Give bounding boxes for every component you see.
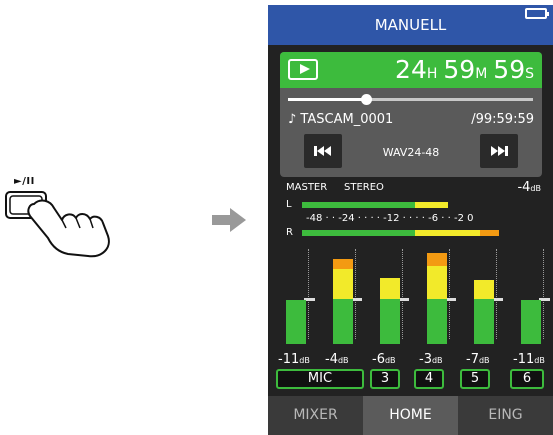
channel-level-value: -11 — [513, 352, 535, 367]
channel-level: -7dB — [466, 352, 490, 367]
meter-segment-green — [302, 202, 415, 208]
battery-icon — [525, 8, 549, 19]
right-channel-label: R — [286, 227, 293, 238]
channel-mixer: -11dB -4dB -6dB -3dB -7dB -11dB MIC 3 4 5 6 — [268, 249, 553, 391]
left-level-meter — [302, 202, 542, 208]
progress-knob[interactable] — [361, 94, 373, 105]
file-name: ♪ TASCAM_0001 — [288, 112, 394, 127]
channel-level: -3dB — [419, 352, 443, 367]
meter-segment-yellow — [414, 230, 480, 236]
meter-segment-orange — [333, 258, 353, 269]
elapsed-time: 24H 59M 59S — [395, 55, 534, 84]
meter-segment-yellow — [427, 266, 447, 300]
right-arrow-icon — [212, 208, 246, 232]
channel-level: -11dB — [513, 352, 545, 367]
channel-button-6[interactable]: 6 — [510, 369, 544, 389]
meter-segment-yellow — [333, 268, 353, 300]
meter-segment-green — [474, 299, 494, 344]
channel-level-meter — [286, 249, 306, 344]
stereo-label: STEREO — [344, 182, 384, 193]
skip-forward-icon — [491, 146, 508, 156]
time-hours: 24 — [395, 55, 427, 84]
tab-eing[interactable]: EING — [458, 396, 553, 435]
meter-segment-yellow — [474, 280, 494, 300]
meter-segment-green — [427, 299, 447, 344]
meter-segment-green — [286, 300, 306, 344]
master-level-value: -4 — [517, 180, 531, 195]
time-counter-bar: 24H 59M 59S — [280, 52, 542, 88]
channel-level-unit: dB — [384, 356, 396, 365]
meter-segment-orange — [427, 252, 447, 267]
meter-segment-green — [302, 230, 415, 236]
recorder-screen: MANUELL 24H 59M 59S ♪ TASCAM_0001 /99:59:5… — [268, 5, 553, 435]
time-minutes: 59 — [443, 55, 476, 84]
progress-fill — [288, 98, 367, 101]
left-channel-label: L — [286, 199, 292, 210]
tab-mixer[interactable]: MIXER — [268, 396, 363, 435]
channel-level-meter — [380, 249, 400, 344]
channel-button-3[interactable]: 3 — [370, 369, 400, 389]
channel-level-unit: dB — [431, 356, 443, 365]
channel-level-value: -11 — [278, 352, 300, 367]
meter-segment-green — [380, 299, 400, 344]
meter-segment-yellow — [414, 202, 449, 208]
channel-level-meter — [474, 249, 494, 344]
pressing-hand-icon — [5, 191, 110, 258]
skip-forward-button[interactable] — [480, 134, 518, 168]
meter-segment-orange — [479, 230, 499, 236]
meter-segment-green — [521, 300, 541, 344]
title-bar: MANUELL — [268, 5, 553, 45]
time-minutes-unit: M — [475, 66, 488, 82]
channel-level-unit: dB — [337, 356, 349, 365]
channel-level-unit: dB — [478, 356, 490, 365]
master-level: -4dB — [517, 180, 541, 195]
play-icon — [288, 59, 318, 80]
channel-level-value: -3 — [419, 352, 432, 367]
channel-level-value: -6 — [372, 352, 385, 367]
master-meter-section: MASTER STEREO -4dB L -48 · · -24 · · · ·… — [268, 180, 553, 242]
channel-level: -4dB — [325, 352, 349, 367]
channel-level: -11dB — [278, 352, 310, 367]
time-hours-unit: H — [426, 66, 438, 82]
channel-level-meter — [521, 249, 541, 344]
channel-level-meter — [427, 249, 447, 344]
right-level-meter — [302, 230, 542, 236]
time-seconds-unit: S — [525, 66, 534, 82]
channel-level-value: -4 — [325, 352, 338, 367]
bottom-tabs: MIXER HOME EING — [268, 396, 553, 435]
channel-level-meter — [333, 249, 353, 344]
master-level-unit: dB — [530, 184, 541, 193]
channel-level-unit: dB — [299, 356, 310, 365]
tab-home[interactable]: HOME — [363, 396, 458, 435]
channel-level: -6dB — [372, 352, 396, 367]
meter-segment-yellow — [380, 277, 400, 300]
meter-scale: -48 · · -24 · · · · -12 · · · · -6 · · -… — [306, 213, 474, 224]
channel-level-value: -7 — [466, 352, 479, 367]
channel-button-mic[interactable]: MIC — [276, 369, 364, 389]
channel-level-unit: dB — [534, 356, 545, 365]
channel-button-4[interactable]: 4 — [414, 369, 444, 389]
meter-segment-green — [333, 299, 353, 344]
screen-title: MANUELL — [374, 16, 447, 34]
transport-panel: 24H 59M 59S ♪ TASCAM_0001 /99:59:59 WAV24-… — [280, 52, 542, 177]
time-seconds: 59 — [493, 55, 526, 84]
playback-progress-bar[interactable] — [288, 94, 533, 105]
master-label: MASTER — [286, 182, 328, 193]
channel-button-5[interactable]: 5 — [460, 369, 490, 389]
remaining-time: /99:59:59 — [471, 112, 534, 127]
